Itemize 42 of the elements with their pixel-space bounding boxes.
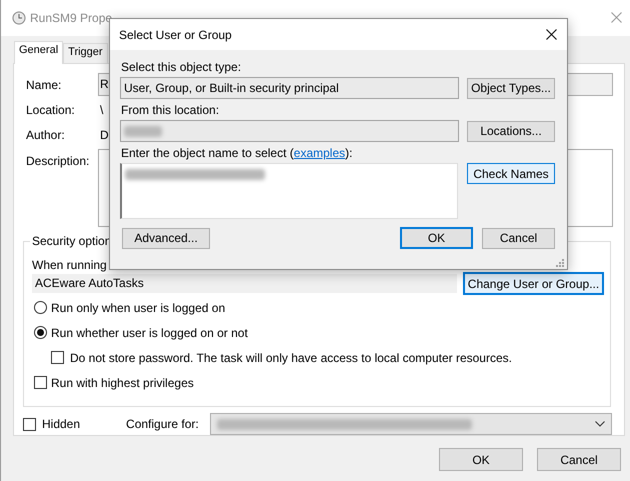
dialog-title: Select User or Group [119, 28, 232, 42]
field-label: Configure for: [126, 417, 199, 431]
field-label: Description: [26, 153, 90, 168]
locations-button[interactable]: Locations... [467, 120, 555, 142]
cancel-button[interactable]: Cancel [482, 228, 555, 248]
close-icon[interactable] [546, 29, 557, 40]
ok-button[interactable]: OK [400, 227, 473, 249]
field-label: Location: [26, 103, 76, 117]
radio-button[interactable] [34, 326, 47, 339]
field-label: When running [32, 258, 107, 274]
change-user-button[interactable]: Change User or Group... [463, 272, 604, 295]
tab[interactable]: General [14, 41, 64, 64]
check-names-button[interactable]: Check Names [467, 163, 555, 184]
clock-icon [12, 11, 26, 25]
radio-button[interactable] [34, 301, 47, 314]
field-label: Enter the object name to select ( [121, 146, 294, 160]
field-label: From this location: [121, 103, 220, 118]
caret-icon [594, 421, 605, 427]
object-types-button[interactable]: Object Types... [467, 78, 555, 98]
option-label: Run only when user is logged on [51, 300, 226, 314]
object-name-field[interactable] [120, 163, 458, 219]
object-type-field: User, Group, or Built-in security principal [120, 77, 459, 99]
option-label: Run with highest privileges [51, 376, 194, 390]
field-label: Author: [26, 128, 66, 142]
ok-button[interactable]: OK [439, 448, 523, 471]
field-label: Name: [26, 78, 62, 92]
option-label: Run whether user is logged on or not [51, 326, 248, 340]
option-label: Hidden [42, 417, 80, 431]
checkbox[interactable] [34, 376, 47, 389]
examples-link[interactable]: examples [294, 146, 346, 160]
cancel-button[interactable]: Cancel [537, 448, 621, 471]
resize-grip-icon[interactable] [555, 258, 564, 267]
field-label: ): [345, 146, 352, 160]
user-account-field: ACEware AutoTasks [32, 274, 457, 293]
tab[interactable]: Trigger [63, 43, 108, 63]
field-value: D [99, 128, 109, 142]
field-label: Select this object type: [121, 60, 242, 75]
checkbox[interactable] [23, 418, 36, 430]
checkbox[interactable] [51, 351, 64, 364]
field-value: \ [99, 103, 104, 117]
option-label: Do not store password. The task will only have access to local computer resources. [70, 350, 512, 364]
advanced-button[interactable]: Advanced... [122, 228, 210, 248]
